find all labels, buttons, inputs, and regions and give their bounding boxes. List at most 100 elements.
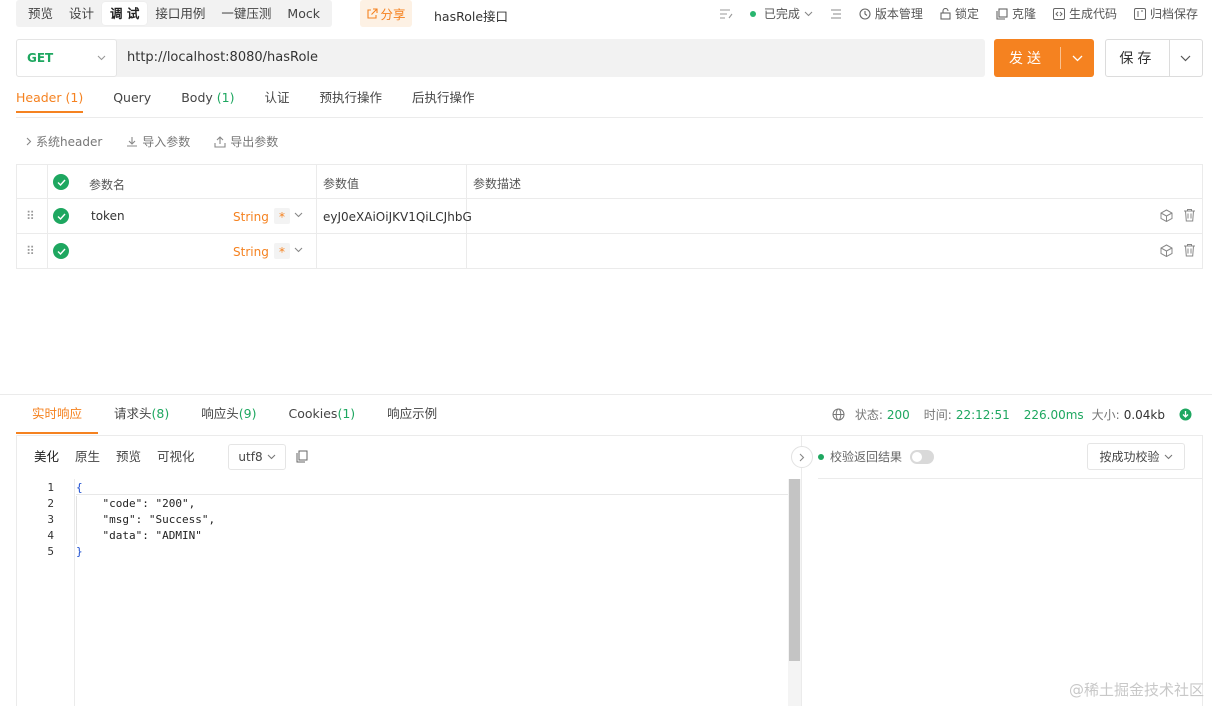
delete-icon[interactable]	[1183, 243, 1196, 257]
param-type[interactable]: String	[233, 210, 269, 224]
tabs-divider	[16, 117, 1203, 118]
select-all-checkbox[interactable]	[53, 174, 69, 190]
share-button[interactable]: 分享	[360, 0, 412, 27]
export-params-button[interactable]: 导出参数	[214, 133, 278, 150]
panel-splitter[interactable]	[801, 435, 802, 706]
validate-label: 校验返回结果	[830, 450, 903, 464]
status-dropdown[interactable]: 已完成	[749, 5, 813, 22]
import-params-button[interactable]: 导入参数	[126, 133, 190, 150]
tab-body[interactable]: Body (1)	[181, 87, 234, 113]
save-button[interactable]: 保存	[1105, 39, 1203, 77]
tab-pre-script[interactable]: 预执行操作	[319, 87, 382, 113]
send-label: 发送	[1009, 51, 1045, 67]
size-label: 大小:	[1091, 408, 1120, 422]
cube-icon[interactable]	[1160, 244, 1173, 257]
tab-count: (9)	[238, 406, 257, 421]
encoding-select[interactable]: utf8	[228, 444, 286, 470]
param-value[interactable]: eyJ0eXAiOiJKV1QiLCJhbG	[323, 210, 472, 224]
tab-count: (8)	[151, 406, 170, 421]
column-header-name: 参数名	[89, 178, 126, 192]
tab-header[interactable]: Header (1)	[16, 87, 84, 113]
validate-response-toggle[interactable]: 校验返回结果	[818, 448, 935, 465]
validation-rule-select[interactable]: 按成功校验	[1087, 443, 1185, 470]
time-label: 时间:	[923, 408, 952, 422]
copy-icon[interactable]	[296, 450, 308, 463]
tab-query[interactable]: Query	[113, 87, 151, 113]
response-size: 0.04kb	[1123, 407, 1165, 422]
send-button[interactable]: 发送	[994, 39, 1094, 77]
method-select[interactable]: GET	[16, 39, 117, 77]
row-checkbox[interactable]	[53, 243, 69, 259]
import-label: 导入参数	[142, 135, 191, 149]
generate-code-button[interactable]: 生成代码	[1052, 5, 1117, 22]
tab-label: Query	[113, 90, 152, 105]
row-checkbox[interactable]	[53, 208, 69, 224]
validation-rule-value: 按成功校验	[1099, 450, 1160, 464]
drag-handle-icon[interactable]: ⠿	[26, 244, 35, 258]
generate-code-label: 生成代码	[1068, 7, 1117, 21]
status-label: 状态:	[854, 408, 883, 422]
tab-response-examples[interactable]: 响应示例	[371, 404, 453, 434]
code-line[interactable]: "code": "200",	[76, 497, 195, 510]
tab-preview[interactable]: 预览	[20, 2, 61, 25]
tab-mock[interactable]: Mock	[279, 2, 328, 25]
tab-auth[interactable]: 认证	[264, 87, 289, 113]
code-line[interactable]: }	[76, 545, 83, 558]
chevron-down-icon[interactable]	[294, 247, 303, 253]
scrollbar-thumb[interactable]	[789, 479, 800, 661]
validate-switch[interactable]	[910, 449, 935, 464]
tab-preview[interactable]: 预览	[108, 444, 149, 470]
tab-visualize[interactable]: 可视化	[149, 444, 203, 470]
version-button[interactable]: 版本管理	[859, 5, 923, 22]
status-label: 已完成	[763, 7, 800, 21]
archive-button[interactable]: 归档保存	[1133, 5, 1198, 22]
download-icon[interactable]	[1179, 408, 1192, 421]
export-icon	[214, 135, 226, 148]
tab-live-response[interactable]: 实时响应	[16, 404, 99, 434]
clone-button[interactable]: 克隆	[996, 5, 1036, 22]
system-header-label: 系统header	[36, 135, 103, 149]
globe-icon[interactable]	[832, 408, 845, 421]
list-icon[interactable]	[830, 8, 842, 20]
send-options-chevron-icon[interactable]	[1061, 55, 1094, 62]
tab-load-test[interactable]: 一键压测	[213, 2, 279, 25]
current-line-highlight	[76, 479, 788, 495]
chevron-down-icon	[1164, 454, 1173, 460]
code-line[interactable]: "msg": "Success",	[76, 513, 215, 526]
format-icon[interactable]	[719, 8, 733, 20]
required-marker[interactable]: *	[274, 243, 290, 259]
encoding-value: utf8	[238, 450, 263, 464]
tab-post-script[interactable]: 后执行操作	[412, 87, 475, 113]
tab-beautify[interactable]: 美化	[26, 444, 67, 470]
param-type[interactable]: String	[233, 245, 269, 259]
code-line[interactable]: {	[76, 481, 83, 494]
tab-raw[interactable]: 原生	[67, 444, 108, 470]
drag-handle-icon[interactable]: ⠿	[26, 209, 35, 223]
lock-button[interactable]: 锁定	[940, 5, 979, 22]
tab-design[interactable]: 设计	[61, 2, 102, 25]
collapse-panel-button[interactable]	[791, 446, 813, 468]
save-options-chevron-icon[interactable]	[1170, 55, 1202, 62]
api-name[interactable]: hasRole接口	[434, 6, 508, 25]
table-row: ⠿ String *	[17, 234, 1202, 268]
import-icon	[126, 136, 138, 148]
system-header-toggle[interactable]: 系统header	[26, 133, 102, 150]
lock-icon	[940, 7, 951, 20]
response-time: 22:12:51	[955, 407, 1010, 422]
tab-request-headers[interactable]: 请求头(8)	[98, 404, 185, 434]
code-line[interactable]: "data": "ADMIN"	[76, 529, 201, 542]
tab-test-cases[interactable]: 接口用例	[147, 2, 213, 25]
cube-icon[interactable]	[1160, 209, 1173, 222]
required-marker[interactable]: *	[274, 208, 290, 224]
param-name[interactable]: token	[91, 209, 125, 223]
tab-count: (1)	[337, 406, 356, 421]
url-input[interactable]: http://localhost:8080/hasRole	[127, 50, 318, 65]
share-icon	[366, 7, 379, 20]
tab-debug[interactable]: 调 试	[102, 2, 148, 25]
tab-cookies[interactable]: Cookies(1)	[272, 404, 371, 434]
archive-icon	[1133, 7, 1146, 20]
delete-icon[interactable]	[1183, 208, 1196, 222]
tab-response-headers[interactable]: 响应头(9)	[185, 404, 272, 434]
chevron-down-icon[interactable]	[294, 212, 303, 218]
watermark: @稀土掘金技术社区	[1068, 681, 1204, 699]
